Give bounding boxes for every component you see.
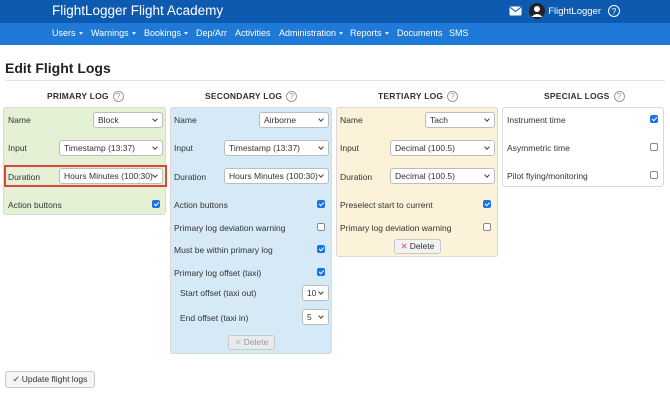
- caret-down-icon: [131, 32, 136, 36]
- page-title: Edit Flight Logs: [5, 60, 111, 76]
- caret-down-icon: [78, 32, 83, 36]
- title-divider: [5, 80, 665, 81]
- secondary-deviation-checkbox[interactable]: [317, 223, 325, 231]
- update-flight-logs-button[interactable]: ✔ Update flight logs: [5, 371, 95, 388]
- brand-title[interactable]: FlightLogger Flight Academy: [52, 3, 223, 18]
- primary-input-select[interactable]: Timestamp (13:37): [59, 140, 163, 156]
- tertiary-deviation-label: Primary log deviation warning: [340, 223, 452, 233]
- start-offset-label: Start offset (taxi out): [180, 288, 257, 298]
- duration-highlight: [4, 165, 167, 187]
- primary-log-title: PRIMARY LOG?: [47, 91, 124, 103]
- nav-documents[interactable]: Documents: [397, 28, 443, 38]
- instrument-time-checkbox[interactable]: [650, 115, 658, 123]
- secondary-offset-label: Primary log offset (taxi): [174, 268, 262, 278]
- end-offset-select[interactable]: 5: [302, 309, 329, 325]
- nav-activities[interactable]: Activities: [235, 28, 271, 38]
- close-x-icon: ✕: [400, 241, 408, 251]
- asymmetric-time-label: Asymmetric time: [507, 143, 570, 153]
- preselect-label: Preselect start to current: [340, 200, 433, 210]
- tertiary-log-panel: Name Tach Input Decimal (100.5) Duration…: [336, 107, 498, 257]
- nav-reports[interactable]: Reports: [350, 28, 389, 38]
- help-icon[interactable]: ?: [112, 91, 124, 103]
- end-offset-label: End offset (taxi in): [180, 313, 249, 323]
- secondary-name-label: Name: [174, 115, 197, 125]
- pilot-flying-label: Pilot flying/monitoring: [507, 171, 588, 181]
- asymmetric-time-checkbox[interactable]: [650, 143, 658, 151]
- secondary-action-buttons-checkbox[interactable]: [317, 200, 325, 208]
- secondary-duration-label: Duration: [174, 172, 207, 182]
- tertiary-log-title: TERTIARY LOG?: [378, 91, 459, 103]
- main-nav: Users Warnings Bookings Dep/Arr Activiti…: [0, 23, 670, 45]
- close-x-icon: ✕: [234, 337, 242, 347]
- primary-action-buttons-checkbox[interactable]: [152, 200, 160, 208]
- caret-down-icon: [384, 32, 389, 36]
- secondary-duration-select[interactable]: Hours Minutes (100:30): [224, 168, 329, 184]
- nav-dep-arr[interactable]: Dep/Arr: [196, 28, 227, 38]
- instrument-time-label: Instrument time: [507, 115, 566, 125]
- mail-icon[interactable]: [509, 6, 522, 16]
- special-logs-title: SPECIAL LOGS?: [544, 91, 625, 103]
- primary-input-label: Input: [8, 143, 27, 153]
- nav-administration[interactable]: Administration: [279, 28, 344, 38]
- secondary-log-panel: Name Airborne Input Timestamp (13:37) Du…: [170, 107, 332, 354]
- nav-users[interactable]: Users: [52, 28, 83, 38]
- tertiary-delete-button[interactable]: ✕ Delete: [394, 239, 441, 254]
- secondary-name-select[interactable]: Airborne: [259, 112, 329, 128]
- username[interactable]: FlightLogger: [548, 6, 601, 17]
- start-offset-select[interactable]: 10: [302, 285, 329, 301]
- pilot-flying-checkbox[interactable]: [650, 171, 658, 179]
- tertiary-input-select[interactable]: Decimal (100.5): [390, 140, 495, 156]
- checkmark-icon: ✔: [12, 374, 20, 384]
- secondary-input-label: Input: [174, 143, 193, 153]
- user-avatar-icon[interactable]: [529, 3, 546, 19]
- tertiary-duration-label: Duration: [340, 172, 373, 182]
- help-icon[interactable]: ?: [608, 5, 620, 17]
- secondary-offset-checkbox[interactable]: [317, 268, 325, 276]
- primary-log-panel: Name Block Input Timestamp (13:37) Durat…: [3, 107, 166, 215]
- caret-down-icon: [339, 32, 344, 36]
- tertiary-input-label: Input: [340, 143, 359, 153]
- secondary-input-select[interactable]: Timestamp (13:37): [224, 140, 329, 156]
- help-icon[interactable]: ?: [447, 91, 459, 103]
- nav-warnings[interactable]: Warnings: [91, 28, 136, 38]
- secondary-within-checkbox[interactable]: [317, 245, 325, 253]
- tertiary-duration-select[interactable]: Decimal (100.5): [390, 168, 495, 184]
- secondary-action-buttons-label: Action buttons: [174, 200, 228, 210]
- primary-name-label: Name: [8, 115, 31, 125]
- nav-sms[interactable]: SMS: [449, 28, 469, 38]
- caret-down-icon: [184, 32, 189, 36]
- top-bar: FlightLogger Flight Academy FlightLogger…: [0, 0, 670, 23]
- help-icon[interactable]: ?: [286, 91, 298, 103]
- secondary-deviation-label: Primary log deviation warning: [174, 223, 286, 233]
- help-icon[interactable]: ?: [613, 91, 625, 103]
- tertiary-name-label: Name: [340, 115, 363, 125]
- nav-bookings[interactable]: Bookings: [144, 28, 189, 38]
- primary-action-buttons-label: Action buttons: [8, 200, 62, 210]
- preselect-checkbox[interactable]: [483, 200, 491, 208]
- primary-name-select[interactable]: Block: [93, 112, 163, 128]
- secondary-delete-button[interactable]: ✕ Delete: [228, 335, 275, 350]
- secondary-log-title: SECONDARY LOG?: [205, 91, 298, 103]
- tertiary-name-select[interactable]: Tach: [425, 112, 495, 128]
- secondary-within-label: Must be within primary log: [174, 245, 273, 255]
- top-right-tools: FlightLogger ?: [509, 3, 620, 19]
- tertiary-deviation-checkbox[interactable]: [483, 223, 491, 231]
- special-logs-panel: Instrument time Asymmetric time Pilot fl…: [502, 107, 664, 187]
